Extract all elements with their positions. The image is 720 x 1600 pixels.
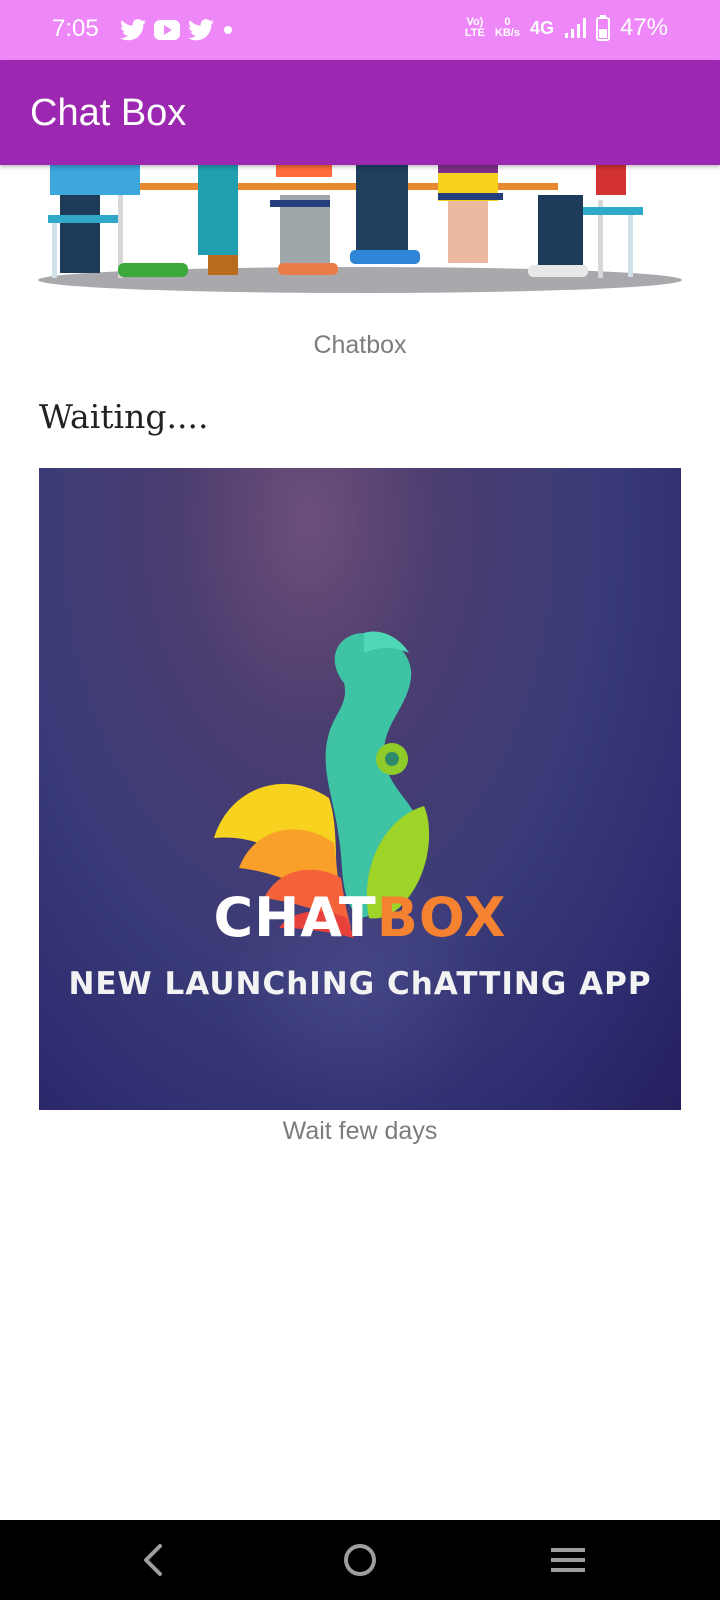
battery-percentage: 47% xyxy=(619,14,668,41)
twitter-icon xyxy=(188,19,214,41)
volte-indicator: Vo) LTE xyxy=(465,17,485,39)
status-indicators: Vo) LTE 0 KB/s 4G 47% xyxy=(465,14,668,42)
home-button[interactable] xyxy=(335,1538,385,1582)
youtube-icon xyxy=(154,20,180,40)
poster-caption: Wait few days xyxy=(282,1117,438,1145)
status-time: 7:05 xyxy=(52,15,99,42)
twitter-icon xyxy=(120,19,146,41)
chatbox-poster: CHATBOX NEW LAUNChING ChATTING APP xyxy=(39,468,681,1110)
brand-wordmark: CHATBOX xyxy=(39,886,681,949)
content-scroll[interactable]: Chatbox Waiting.... CHATBOX NEW LAUNChIN… xyxy=(0,165,720,1520)
image-caption: Chatbox xyxy=(313,331,407,359)
brand-part-chat: CHAT xyxy=(213,886,377,949)
section-heading: Waiting.... xyxy=(39,397,209,436)
navigation-bar xyxy=(0,1520,720,1600)
poster-tagline: NEW LAUNChING ChATTING APP xyxy=(68,966,652,1002)
home-icon xyxy=(344,1544,376,1576)
team-meeting-illustration xyxy=(38,165,682,293)
app-bar: Chat Box xyxy=(0,60,720,165)
back-icon xyxy=(144,1544,162,1576)
back-button[interactable] xyxy=(128,1538,178,1582)
recents-button[interactable] xyxy=(543,1538,593,1582)
brand-part-box: BOX xyxy=(376,886,507,949)
dot-icon xyxy=(224,26,232,34)
recents-icon xyxy=(551,1548,585,1572)
status-bar: 7:05 Vo) LTE 0 KB/s 4G 47% xyxy=(0,0,720,60)
battery-icon xyxy=(595,15,610,41)
network-type: 4G xyxy=(529,17,554,38)
volte-line2: LTE xyxy=(464,27,485,39)
speed-unit: KB/s xyxy=(494,27,520,39)
notification-icons xyxy=(120,16,234,44)
app-title: Chat Box xyxy=(30,92,187,134)
signal-icon xyxy=(564,18,586,38)
network-speed: 0 KB/s xyxy=(495,17,520,39)
rooster-logo-icon xyxy=(214,631,430,938)
